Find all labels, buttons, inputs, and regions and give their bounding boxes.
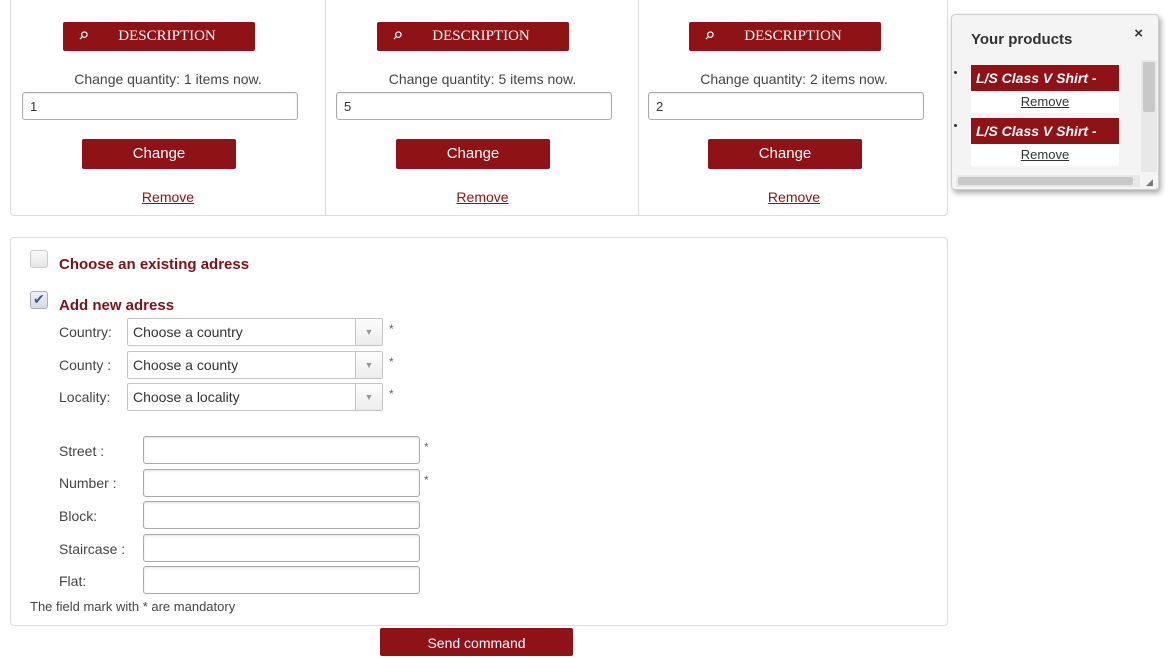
quantity-input[interactable]: 2 (648, 92, 924, 120)
change-button[interactable]: Change (708, 139, 862, 169)
number-input[interactable] (143, 469, 420, 497)
new-address-checkbox[interactable]: ✔ (30, 291, 48, 309)
new-address-label: Add new adress (59, 297, 175, 314)
locality-select-value: Choose a locality (133, 389, 240, 405)
cart-item: DESCRIPTION Change quantity: 5 items now… (325, 0, 639, 216)
popup-title: Your products (971, 31, 1073, 48)
flat-input[interactable] (143, 566, 420, 594)
chevron-down-icon[interactable]: ▼ (355, 352, 382, 378)
resize-grip-icon[interactable]: ◢ (1146, 178, 1154, 187)
change-button[interactable]: Change (396, 139, 550, 169)
staircase-input[interactable] (143, 534, 420, 562)
your-products-popup: Your products × L/S Class V Shirt - Remo… (951, 14, 1159, 190)
search-icon (393, 31, 402, 40)
country-select[interactable]: Choose a country ▼ (127, 318, 383, 346)
description-button[interactable]: DESCRIPTION (63, 22, 255, 51)
horizontal-scrollbar[interactable] (956, 175, 1140, 187)
chevron-down-icon[interactable]: ▼ (355, 319, 382, 345)
description-label: DESCRIPTION (432, 28, 530, 44)
required-mark: * (424, 473, 429, 487)
quantity-label: Change quantity: 5 items now. (388, 71, 577, 87)
quantity-label: Change quantity: 2 items now. (700, 71, 888, 87)
remove-link[interactable]: Remove (639, 189, 949, 205)
product-name[interactable]: L/S Class V Shirt - (971, 118, 1119, 144)
county-label: County : (59, 357, 112, 373)
remove-link[interactable]: Remove (11, 189, 325, 205)
product-remove-link[interactable]: Remove (971, 91, 1119, 113)
country-label: Country: (59, 324, 112, 340)
locality-select[interactable]: Choose a locality ▼ (127, 383, 383, 411)
street-input[interactable] (143, 436, 420, 464)
cart-items-panel: DESCRIPTION Change quantity: 1 items now… (10, 0, 948, 216)
chevron-down-icon[interactable]: ▼ (355, 384, 382, 410)
existing-address-checkbox[interactable] (30, 250, 48, 268)
description-button[interactable]: DESCRIPTION (377, 22, 569, 51)
quantity-input[interactable]: 5 (336, 92, 612, 120)
county-select[interactable]: Choose a county ▼ (127, 351, 383, 379)
search-icon (705, 31, 714, 40)
number-label: Number : (59, 475, 117, 491)
cart-item: DESCRIPTION Change quantity: 1 items now… (11, 0, 325, 216)
list-item: L/S Class V Shirt - Remove (953, 60, 1141, 113)
flat-label: Flat: (59, 573, 87, 589)
description-label: DESCRIPTION (744, 28, 842, 44)
required-mark: * (389, 355, 394, 369)
product-remove-link[interactable]: Remove (971, 144, 1119, 166)
required-mark: * (389, 387, 394, 401)
remove-link[interactable]: Remove (326, 189, 639, 205)
block-label: Block: (59, 508, 98, 524)
street-label: Street : (59, 443, 105, 459)
locality-label: Locality: (59, 389, 111, 405)
required-mark: * (389, 322, 394, 336)
quantity-label: Change quantity: 1 items now. (74, 71, 262, 87)
required-mark: * (424, 440, 429, 454)
county-select-value: Choose a county (133, 357, 239, 373)
existing-address-label: Choose an existing adress (59, 256, 250, 273)
product-name[interactable]: L/S Class V Shirt - (971, 65, 1119, 91)
bullet-icon (954, 71, 957, 74)
quantity-input[interactable]: 1 (22, 92, 298, 120)
checkmark-icon: ✔ (33, 291, 45, 307)
description-label: DESCRIPTION (118, 28, 216, 44)
close-icon[interactable]: × (1134, 25, 1143, 42)
vertical-scrollbar[interactable] (1141, 60, 1157, 172)
block-input[interactable] (143, 501, 420, 529)
products-list: L/S Class V Shirt - Remove L/S Class V S… (953, 60, 1141, 172)
description-button[interactable]: DESCRIPTION (689, 22, 881, 51)
staircase-label: Staircase : (59, 541, 126, 557)
bullet-icon (954, 124, 957, 127)
mandatory-note: The field mark with * are mandatory (30, 599, 236, 614)
scrollbar-thumb[interactable] (1143, 62, 1155, 112)
change-button[interactable]: Change (82, 139, 236, 169)
scrollbar-thumb[interactable] (958, 177, 1133, 185)
country-select-value: Choose a country (133, 324, 243, 340)
cart-item: DESCRIPTION Change quantity: 2 items now… (638, 0, 949, 216)
search-icon (79, 31, 88, 40)
list-item: L/S Class V Shirt - Remove (953, 113, 1141, 166)
